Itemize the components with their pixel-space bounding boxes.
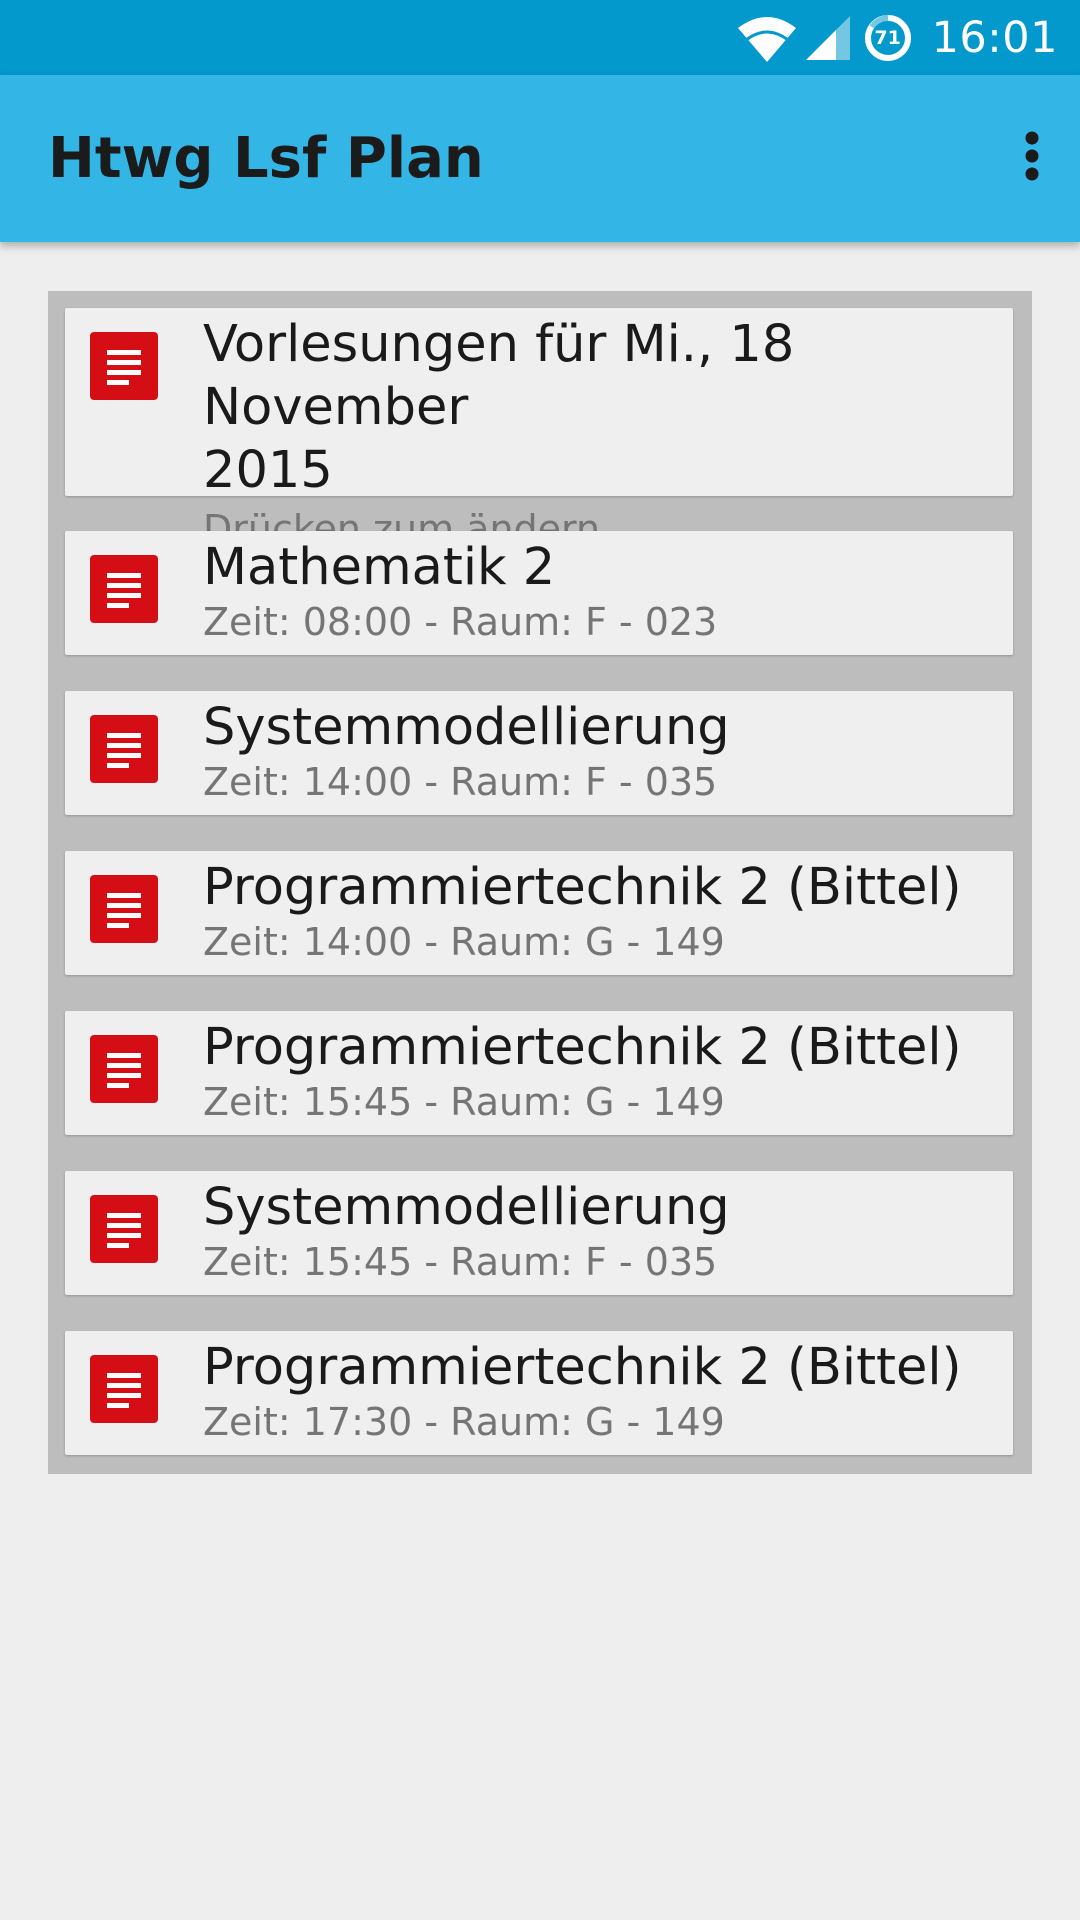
status-bar: 71 16:01 xyxy=(0,0,1080,75)
wifi-icon xyxy=(736,14,798,62)
lecture-item[interactable]: Mathematik 2 Zeit: 08:00 - Raum: F - 023 xyxy=(65,531,1013,655)
lecture-item[interactable]: Programmiertechnik 2 (Bittel) Zeit: 17:3… xyxy=(65,1331,1013,1455)
lecture-title: Programmiertechnik 2 (Bittel) xyxy=(203,1018,962,1077)
lecture-text: Programmiertechnik 2 (Bittel) Zeit: 15:4… xyxy=(203,1016,1003,1125)
overflow-menu-button[interactable] xyxy=(992,118,1072,198)
lecture-detail: Zeit: 17:30 - Raum: G - 149 xyxy=(203,1400,725,1444)
lecture-text: Programmiertechnik 2 (Bittel) Zeit: 17:3… xyxy=(203,1336,1003,1445)
lecture-text: Systemmodellierung Zeit: 14:00 - Raum: F… xyxy=(203,696,1003,805)
status-time: 16:01 xyxy=(931,12,1058,63)
date-selector-item[interactable]: Vorlesungen für Mi., 18 November 2015 Dr… xyxy=(65,308,1013,551)
status-icons: 71 16:01 xyxy=(736,0,1058,75)
lecture-detail: Zeit: 15:45 - Raum: G - 149 xyxy=(203,1080,725,1124)
document-icon xyxy=(90,332,158,400)
date-item-text: Vorlesungen für Mi., 18 November 2015 Dr… xyxy=(203,313,1003,552)
lecture-title: Systemmodellierung xyxy=(203,1178,730,1237)
overflow-menu-icon xyxy=(1024,131,1040,185)
battery-level: 71 xyxy=(874,26,901,49)
app-title: Htwg Lsf Plan xyxy=(48,126,484,191)
lecture-detail: Zeit: 14:00 - Raum: F - 035 xyxy=(203,760,718,804)
date-title-line1: Vorlesungen für Mi., 18 November xyxy=(203,315,795,437)
lecture-text: Systemmodellierung Zeit: 15:45 - Raum: F… xyxy=(203,1176,1003,1285)
document-icon xyxy=(90,1355,158,1423)
date-title-line2: 2015 xyxy=(203,441,333,500)
lecture-item[interactable]: Systemmodellierung Zeit: 14:00 - Raum: F… xyxy=(65,691,1013,815)
lecture-title: Programmiertechnik 2 (Bittel) xyxy=(203,858,962,917)
lecture-text: Mathematik 2 Zeit: 08:00 - Raum: F - 023 xyxy=(203,536,1003,645)
lecture-text: Programmiertechnik 2 (Bittel) Zeit: 14:0… xyxy=(203,856,1003,965)
document-icon xyxy=(90,1195,158,1263)
document-icon xyxy=(90,875,158,943)
lecture-detail: Zeit: 08:00 - Raum: F - 023 xyxy=(203,600,718,644)
document-icon xyxy=(90,555,158,623)
app-bar: Htwg Lsf Plan xyxy=(0,75,1080,242)
battery-icon: 71 xyxy=(864,14,912,62)
lecture-title: Systemmodellierung xyxy=(203,698,730,757)
lecture-item[interactable]: Programmiertechnik 2 (Bittel) Zeit: 14:0… xyxy=(65,851,1013,975)
lecture-detail: Zeit: 15:45 - Raum: F - 035 xyxy=(203,1240,718,1284)
document-icon xyxy=(90,1035,158,1103)
lecture-detail: Zeit: 14:00 - Raum: G - 149 xyxy=(203,920,725,964)
lecture-title: Programmiertechnik 2 (Bittel) xyxy=(203,1338,962,1397)
lecture-list: Vorlesungen für Mi., 18 November 2015 Dr… xyxy=(48,291,1032,1474)
lecture-item[interactable]: Programmiertechnik 2 (Bittel) Zeit: 15:4… xyxy=(65,1011,1013,1135)
lecture-item[interactable]: Systemmodellierung Zeit: 15:45 - Raum: F… xyxy=(65,1171,1013,1295)
cell-signal-icon xyxy=(805,15,850,60)
document-icon xyxy=(90,715,158,783)
lecture-title: Mathematik 2 xyxy=(203,538,556,597)
